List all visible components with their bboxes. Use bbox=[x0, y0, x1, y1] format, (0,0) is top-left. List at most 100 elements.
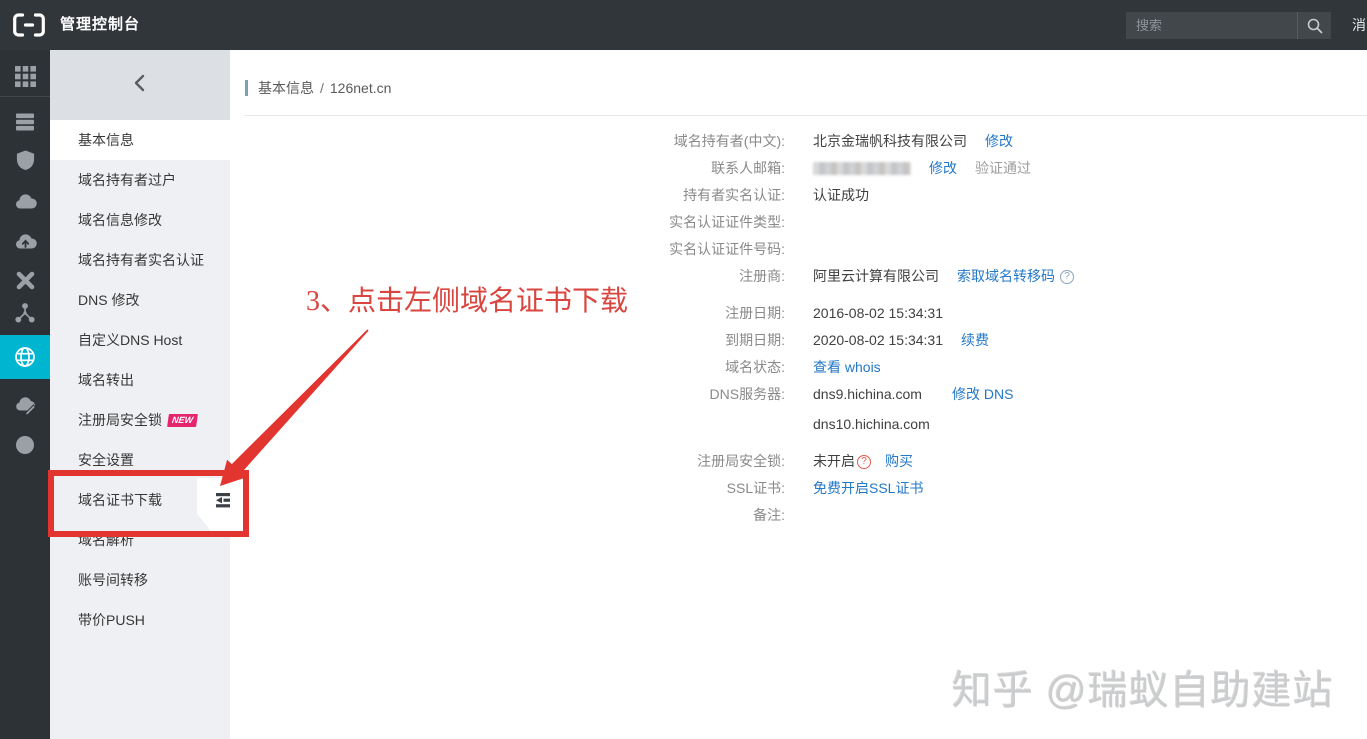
topbar-search bbox=[1126, 12, 1331, 39]
sidebar-item-label: 基本信息 bbox=[78, 132, 134, 148]
sidebar-item-priced-push[interactable]: 带价PUSH bbox=[50, 600, 230, 640]
annotation-step-text: 3、点击左侧域名证书下载 bbox=[306, 279, 628, 319]
sidebar-item-label: 账号间转移 bbox=[78, 572, 148, 588]
chevron-left-icon bbox=[130, 73, 150, 98]
sidebar-item-custom-dns-host[interactable]: 自定义DNS Host bbox=[50, 320, 230, 360]
row-remarks: 备注: bbox=[230, 502, 1367, 529]
new-badge: NEW bbox=[167, 414, 198, 427]
field-label: 持有者实名认证: bbox=[230, 182, 785, 209]
search-icon[interactable] bbox=[1297, 12, 1331, 39]
field-label: 实名认证证件号码: bbox=[230, 236, 785, 263]
row-cert-number: 实名认证证件号码: bbox=[230, 236, 1367, 263]
globe-icon-active[interactable] bbox=[0, 335, 50, 379]
cloud-edit-icon[interactable] bbox=[0, 385, 50, 425]
sidebar-item-dns-modify[interactable]: DNS 修改 bbox=[50, 280, 230, 320]
lock-status-value: 未开启 bbox=[813, 448, 855, 475]
modify-dns-link[interactable]: 修改 DNS bbox=[952, 381, 1013, 408]
redacted-email-value bbox=[813, 162, 911, 175]
buy-link[interactable]: 购买 bbox=[885, 448, 913, 475]
content-divider bbox=[244, 115, 1367, 116]
registrar-value: 阿里云计算有限公司 bbox=[813, 263, 939, 290]
renew-link[interactable]: 续费 bbox=[961, 327, 989, 354]
rail-divider bbox=[0, 96, 50, 97]
row-cert-type: 实名认证证件类型: bbox=[230, 209, 1367, 236]
sidebar-item-domain-resolution[interactable]: 域名解析 bbox=[50, 520, 230, 560]
aliyun-logo-icon[interactable] bbox=[12, 12, 46, 43]
sidebar-menu: 基本信息 域名持有者过户 域名信息修改 域名持有者实名认证 DNS 修改 自定义… bbox=[50, 120, 230, 640]
sidebar-item-label: 自定义DNS Host bbox=[78, 332, 182, 348]
row-contact-email: 联系人邮箱: 修改 验证通过 bbox=[230, 155, 1367, 182]
field-label: 域名状态: bbox=[230, 354, 785, 381]
network-nodes-icon[interactable] bbox=[0, 293, 50, 333]
transfer-code-link[interactable]: 索取域名转移码 bbox=[957, 263, 1055, 290]
field-label: 实名认证证件类型: bbox=[230, 209, 785, 236]
icon-rail bbox=[0, 50, 50, 739]
sidebar-item-label: 安全设置 bbox=[78, 452, 134, 468]
whois-link[interactable]: 查看 whois bbox=[813, 354, 881, 381]
breadcrumb-separator: / bbox=[320, 80, 324, 96]
console-title: 管理控制台 bbox=[60, 0, 140, 50]
sidebar-item-account-transfer[interactable]: 账号间转移 bbox=[50, 560, 230, 600]
sidebar-item-label: 带价PUSH bbox=[78, 612, 145, 628]
sidebar-item-label: 注册局安全锁 bbox=[78, 412, 162, 428]
register-date-value: 2016-08-02 15:34:31 bbox=[813, 300, 943, 327]
collapse-list-icon[interactable] bbox=[214, 492, 232, 514]
row-dns-server-2: dns10.hichina.com bbox=[230, 411, 1367, 438]
sidebar-item-label: 域名证书下载 bbox=[78, 492, 162, 508]
modify-link[interactable]: 修改 bbox=[985, 128, 1013, 155]
sidebar-collapse-button[interactable] bbox=[50, 50, 230, 120]
sidebar-item-label: 域名持有者过户 bbox=[78, 172, 176, 188]
sidebar-item-realname-auth[interactable]: 域名持有者实名认证 bbox=[50, 240, 230, 280]
row-holder-cn: 域名持有者(中文): 北京金瑞帆科技有限公司 修改 bbox=[230, 128, 1367, 155]
cloud-arrow-icon[interactable] bbox=[0, 222, 50, 262]
shield-icon[interactable] bbox=[0, 140, 50, 180]
realname-status-value: 认证成功 bbox=[813, 182, 869, 209]
breadcrumb-accent-bar bbox=[245, 80, 248, 96]
sidebar-item-domain-transfer-out[interactable]: 域名转出 bbox=[50, 360, 230, 400]
expire-date-value: 2020-08-02 15:34:31 bbox=[813, 327, 943, 354]
sidebar-item-info-modify[interactable]: 域名信息修改 bbox=[50, 200, 230, 240]
field-label: 到期日期: bbox=[230, 327, 785, 354]
sidebar-item-label: DNS 修改 bbox=[78, 292, 139, 308]
field-label: 备注: bbox=[230, 502, 785, 529]
row-ssl-cert: SSL证书: 免费开启SSL证书 bbox=[230, 475, 1367, 502]
sidebar-item-label: 域名持有者实名认证 bbox=[78, 252, 204, 268]
help-icon[interactable]: ? bbox=[1060, 270, 1074, 284]
dns2-value: dns10.hichina.com bbox=[813, 411, 930, 438]
cloud-icon[interactable] bbox=[0, 182, 50, 222]
field-label: DNS服务器: bbox=[230, 381, 785, 408]
sidebar-item-security-settings[interactable]: 安全设置 bbox=[50, 440, 230, 480]
detail-rows: 域名持有者(中文): 北京金瑞帆科技有限公司 修改 联系人邮箱: 修改 验证通过… bbox=[230, 128, 1367, 529]
sidebar-item-basic-info[interactable]: 基本信息 bbox=[50, 120, 230, 160]
breadcrumb: 基本信息 / 126net.cn bbox=[245, 78, 391, 98]
sidebar-item-registry-lock[interactable]: 注册局安全锁 NEW bbox=[50, 400, 230, 440]
sidebar-item-label: 域名信息修改 bbox=[78, 212, 162, 228]
domain-sidebar: 基本信息 域名持有者过户 域名信息修改 域名持有者实名认证 DNS 修改 自定义… bbox=[50, 50, 230, 739]
field-label: 域名持有者(中文): bbox=[230, 128, 785, 155]
email-verified-status: 验证通过 bbox=[975, 155, 1031, 182]
breadcrumb-section[interactable]: 基本信息 bbox=[258, 78, 314, 98]
row-dns-server-1: DNS服务器: dns9.hichina.com 修改 DNS bbox=[230, 381, 1367, 408]
modify-email-link[interactable]: 修改 bbox=[929, 155, 957, 182]
help-icon[interactable]: ? bbox=[857, 455, 871, 469]
field-label: SSL证书: bbox=[230, 475, 785, 502]
search-input[interactable] bbox=[1126, 18, 1297, 33]
topbar: 管理控制台 消 bbox=[0, 0, 1367, 50]
circle-icon[interactable] bbox=[0, 425, 50, 465]
row-registry-lock: 注册局安全锁: 未开启 ? 购买 bbox=[230, 448, 1367, 475]
sidebar-item-label: 域名转出 bbox=[78, 372, 134, 388]
field-label: 注册局安全锁: bbox=[230, 448, 785, 475]
apps-grid-icon[interactable] bbox=[0, 56, 50, 96]
server-icon[interactable] bbox=[0, 102, 50, 142]
messages-link[interactable]: 消 bbox=[1352, 0, 1367, 50]
console-screen: 管理控制台 消 bbox=[0, 0, 1367, 739]
row-domain-status: 域名状态: 查看 whois bbox=[230, 354, 1367, 381]
sidebar-item-holder-transfer[interactable]: 域名持有者过户 bbox=[50, 160, 230, 200]
breadcrumb-domain: 126net.cn bbox=[330, 80, 392, 96]
sidebar-item-label: 域名解析 bbox=[78, 532, 134, 548]
ssl-free-link[interactable]: 免费开启SSL证书 bbox=[813, 475, 923, 502]
row-realname-status: 持有者实名认证: 认证成功 bbox=[230, 182, 1367, 209]
field-label: 联系人邮箱: bbox=[230, 155, 785, 182]
row-expire-date: 到期日期: 2020-08-02 15:34:31 续费 bbox=[230, 327, 1367, 354]
watermark: 知乎 @瑞蚁自助建站 bbox=[952, 658, 1334, 716]
